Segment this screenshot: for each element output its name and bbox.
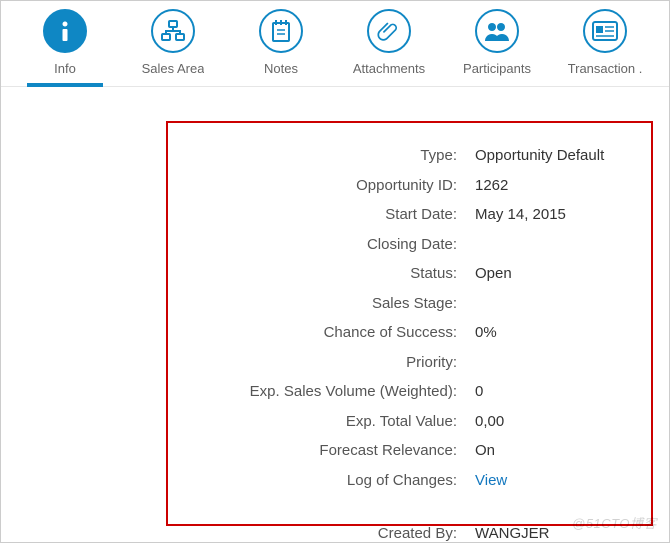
field-log-of-changes: Log of Changes: View: [186, 468, 633, 494]
field-sales-stage: Sales Stage:: [186, 291, 633, 317]
details-panel: Type: Opportunity Default Opportunity ID…: [166, 121, 653, 526]
section-gap: [186, 497, 633, 517]
field-label: Chance of Success:: [186, 320, 461, 346]
field-value: Opportunity Default: [461, 143, 633, 169]
field-type: Type: Opportunity Default: [186, 143, 633, 169]
field-start-date: Start Date: May 14, 2015: [186, 202, 633, 228]
field-exp-total-value: Exp. Total Value: 0,00: [186, 409, 633, 435]
tab-notes[interactable]: Notes: [227, 5, 335, 86]
tab-label: Attachments: [353, 61, 425, 76]
field-value: May 14, 2015: [461, 202, 633, 228]
field-label: Closing Date:: [186, 232, 461, 258]
field-status: Status: Open: [186, 261, 633, 287]
view-changes-link[interactable]: View: [461, 468, 633, 494]
field-label: Sales Stage:: [186, 291, 461, 317]
field-chance: Chance of Success: 0%: [186, 320, 633, 346]
tab-label: Notes: [264, 61, 298, 76]
tab-participants[interactable]: Participants: [443, 5, 551, 86]
field-value: 1262: [461, 173, 633, 199]
tab-label: Info: [54, 61, 76, 76]
tab-label: Transaction .: [568, 61, 643, 76]
field-priority: Priority:: [186, 350, 633, 376]
field-value: 0%: [461, 320, 633, 346]
tab-label: Participants: [463, 61, 531, 76]
field-value: 0,00: [461, 409, 633, 435]
details-form: Type: Opportunity Default Opportunity ID…: [186, 143, 633, 547]
field-label: Status:: [186, 261, 461, 287]
tab-info[interactable]: Info: [11, 5, 119, 86]
field-label: Log of Changes:: [186, 468, 461, 494]
watermark: @51CTO博客: [572, 513, 657, 532]
info-icon: [43, 9, 87, 53]
paperclip-icon: [367, 9, 411, 53]
tab-label: Sales Area: [142, 61, 205, 76]
field-forecast-relevance: Forecast Relevance: On: [186, 438, 633, 464]
tab-bar: Info Sales Area Notes: [1, 1, 669, 87]
field-exp-sales-volume: Exp. Sales Volume (Weighted): 0: [186, 379, 633, 405]
org-icon: [151, 9, 195, 53]
field-label: Exp. Total Value:: [186, 409, 461, 435]
people-icon: [475, 9, 519, 53]
tab-sales-area[interactable]: Sales Area: [119, 5, 227, 86]
field-label: Priority:: [186, 350, 461, 376]
field-value: Open: [461, 261, 633, 287]
card-icon: [583, 9, 627, 53]
field-label: Type:: [186, 143, 461, 169]
field-opportunity-id: Opportunity ID: 1262: [186, 173, 633, 199]
field-label: Start Date:: [186, 202, 461, 228]
field-closing-date: Closing Date:: [186, 232, 633, 258]
tab-attachments[interactable]: Attachments: [335, 5, 443, 86]
field-label: Opportunity ID:: [186, 173, 461, 199]
field-label: Forecast Relevance:: [186, 438, 461, 464]
field-label: Exp. Sales Volume (Weighted):: [186, 379, 461, 405]
tab-transaction[interactable]: Transaction .: [551, 5, 659, 86]
notepad-icon: [259, 9, 303, 53]
field-value: 0: [461, 379, 633, 405]
field-value: On: [461, 438, 633, 464]
